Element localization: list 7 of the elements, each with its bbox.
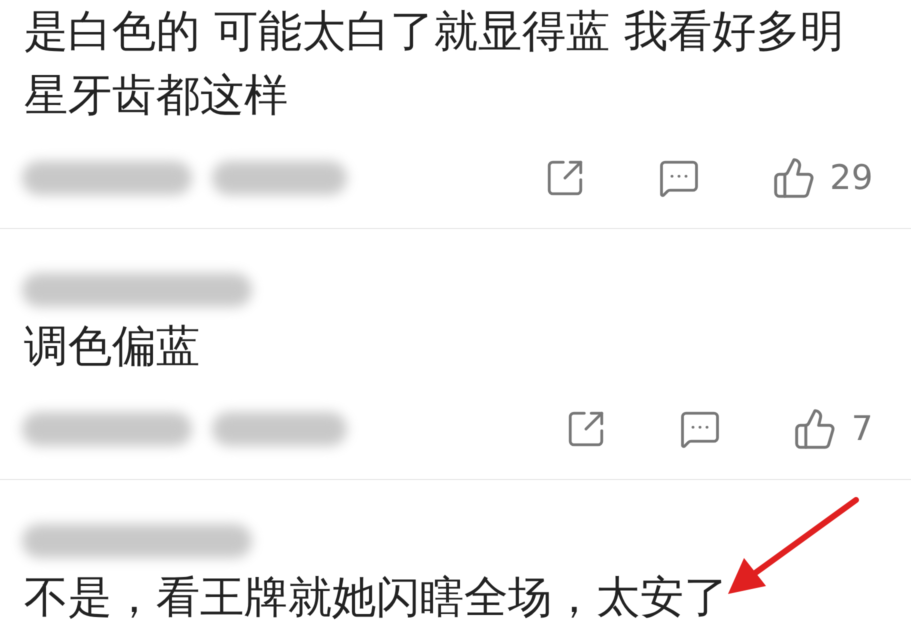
comment-text: 不是，看王牌就她闪瞎全场，太安了 bbox=[23, 571, 729, 625]
like-icon[interactable] bbox=[793, 407, 838, 451]
like-icon[interactable] bbox=[772, 156, 816, 200]
comment-text: 调色偏蓝 bbox=[23, 320, 201, 374]
like-count: 7 bbox=[851, 408, 873, 450]
comment-text: 是白色的 可能太白了就显得蓝 我看好多明星牙齿都这样 bbox=[23, 5, 845, 123]
like-count: 29 bbox=[830, 156, 873, 200]
